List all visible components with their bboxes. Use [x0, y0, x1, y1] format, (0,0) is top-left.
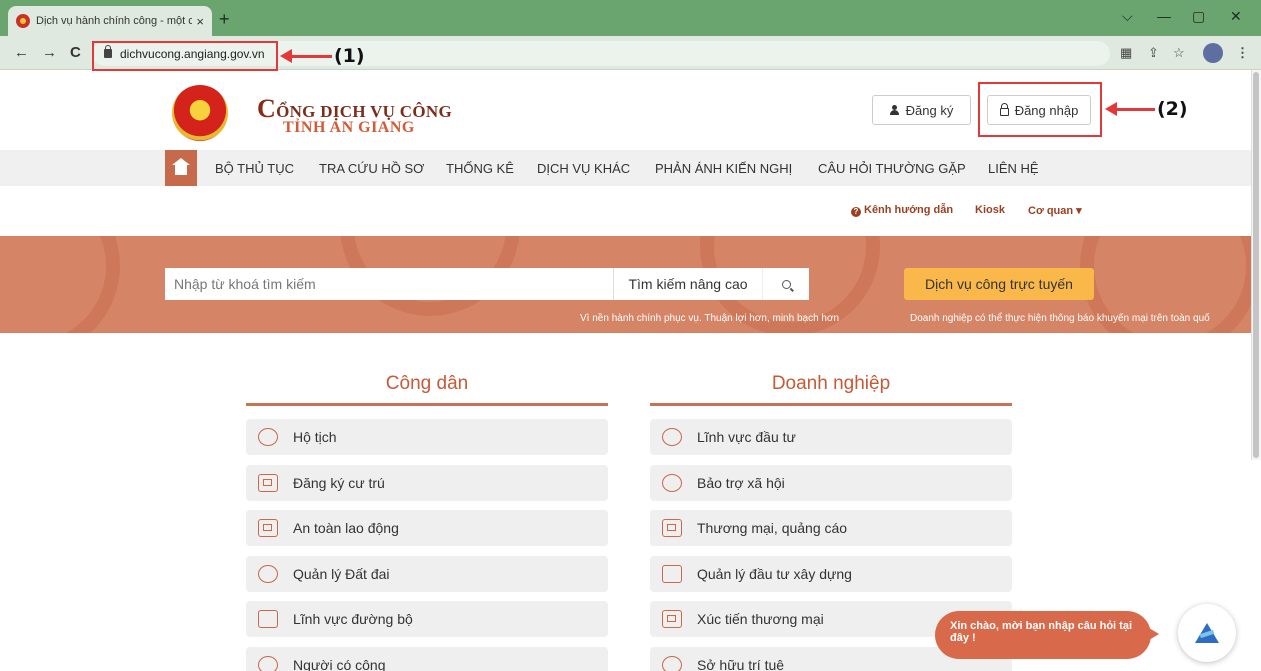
annotation-label-2: (2) [1157, 98, 1188, 120]
agency-dropdown[interactable]: Cơ quan ▾ [1028, 204, 1082, 217]
chat-greeting-bubble[interactable]: Xin chào, mời bạn nhập câu hỏi tại đây ! [935, 611, 1159, 659]
new-tab-button[interactable]: + [219, 9, 230, 30]
annotation-label-1: (1) [334, 45, 365, 67]
ticker-item[interactable]: Vì nền hành chính phục vụ. Thuận lợi hơn… [580, 313, 839, 324]
search-button[interactable] [762, 268, 809, 300]
province-title: TỈNH AN GIANG [283, 119, 415, 136]
ticker-item[interactable]: Doanh nghiệp có thể thực hiện thông báo … [910, 313, 1210, 324]
menu-item-contact[interactable]: LIÊN HỆ [988, 161, 1039, 176]
chatbot-logo-icon [1195, 623, 1219, 643]
tab-title: Dịch vụ hành chính công - một c [36, 15, 193, 27]
reload-button[interactable]: C [70, 44, 81, 61]
back-button[interactable]: ← [14, 44, 29, 61]
award-icon [662, 656, 682, 671]
list-item-civil-status[interactable]: Hộ tịch [246, 419, 608, 455]
business-section-divider [650, 403, 1012, 406]
scrollbar-thumb[interactable] [1253, 72, 1259, 458]
site-favicon-icon [16, 14, 30, 28]
hand-heart-icon [258, 656, 278, 671]
search-icon [781, 279, 791, 289]
list-item-meritorious[interactable]: Người có công [246, 647, 608, 671]
rocket-icon [662, 428, 682, 446]
building-icon [662, 565, 682, 583]
citizen-section-divider [246, 403, 608, 406]
guide-link[interactable]: ? Kênh hướng dẫn [851, 204, 953, 217]
list-item-investment[interactable]: Lĩnh vực đầu tư [650, 419, 1012, 455]
online-service-button[interactable]: Dịch vụ công trực tuyến [904, 268, 1094, 300]
billboard-icon [662, 519, 682, 537]
billboard-icon [662, 610, 682, 628]
national-emblem-logo: ★ [172, 85, 228, 141]
house-id-icon [258, 474, 278, 492]
help-icon: ? [851, 207, 861, 217]
car-icon [258, 610, 278, 628]
people-care-icon [662, 474, 682, 492]
list-item-social-protection[interactable]: Bảo trợ xã hội [650, 465, 1012, 501]
profile-avatar[interactable] [1203, 43, 1223, 63]
home-icon [172, 158, 190, 175]
minimize-button[interactable]: — [1157, 8, 1171, 24]
forward-button[interactable]: → [42, 44, 57, 61]
browser-menu-icon[interactable]: ⋮ [1236, 45, 1249, 61]
main-menu: BỘ THỦ TỤC TRA CỨU HỒ SƠ THỐNG KÊ DỊCH V… [0, 150, 1251, 186]
menu-item-procedures[interactable]: BỘ THỦ TỤC [215, 161, 294, 176]
menu-item-faq[interactable]: CÂU HỎI THƯỜNG GẶP [818, 161, 966, 176]
list-item-land[interactable]: Quản lý Đất đai [246, 556, 608, 592]
advanced-search-button[interactable]: Tìm kiếm nâng cao [613, 268, 762, 300]
list-item-labor-safety[interactable]: An toàn lao động [246, 510, 608, 546]
maximize-button[interactable]: ▢ [1192, 8, 1205, 25]
tab-close-icon[interactable]: × [196, 14, 204, 29]
list-item-road[interactable]: Lĩnh vực đường bộ [246, 601, 608, 637]
register-button[interactable]: Đăng ký [872, 95, 971, 125]
civil-status-icon [258, 428, 278, 446]
user-icon [889, 105, 900, 115]
search-input[interactable] [165, 268, 613, 300]
browser-tab-bar: Dịch vụ hành chính công - một c × + ⌵ — … [0, 0, 1261, 36]
annotation-box-login [978, 82, 1102, 137]
business-section-title: Doanh nghiệp [771, 373, 891, 394]
list-item-commerce[interactable]: Thương mại, quảng cáo [650, 510, 1012, 546]
close-window-button[interactable]: ✕ [1230, 8, 1242, 25]
menu-item-feedback[interactable]: PHẢN ÁNH KIẾN NGHỊ [655, 161, 792, 176]
kiosk-link[interactable]: Kiosk [975, 204, 1005, 216]
annotation-box-url [92, 41, 278, 71]
land-icon [258, 565, 278, 583]
list-item-residence[interactable]: Đăng ký cư trú [246, 465, 608, 501]
bookmark-star-icon[interactable]: ☆ [1173, 45, 1185, 61]
share-icon[interactable]: ⇪ [1148, 45, 1159, 61]
tab-search-icon[interactable]: ⌵ [1122, 8, 1133, 25]
home-button[interactable] [165, 150, 197, 186]
menu-item-other-services[interactable]: DỊCH VỤ KHÁC [537, 161, 630, 176]
menu-item-statistics[interactable]: THỐNG KÊ [446, 161, 514, 176]
browser-tab[interactable]: Dịch vụ hành chính công - một c × [8, 6, 212, 36]
citizen-section-title: Công dân [385, 373, 469, 394]
translate-icon[interactable]: ▦ [1120, 45, 1132, 61]
menu-item-lookup[interactable]: TRA CỨU HỒ SƠ [319, 161, 424, 176]
list-item-construction[interactable]: Quản lý đầu tư xây dựng [650, 556, 1012, 592]
annotation-arrow-1 [280, 49, 332, 63]
briefcase-icon [258, 519, 278, 537]
chatbot-launcher[interactable] [1178, 604, 1236, 662]
annotation-arrow-2 [1105, 102, 1155, 116]
